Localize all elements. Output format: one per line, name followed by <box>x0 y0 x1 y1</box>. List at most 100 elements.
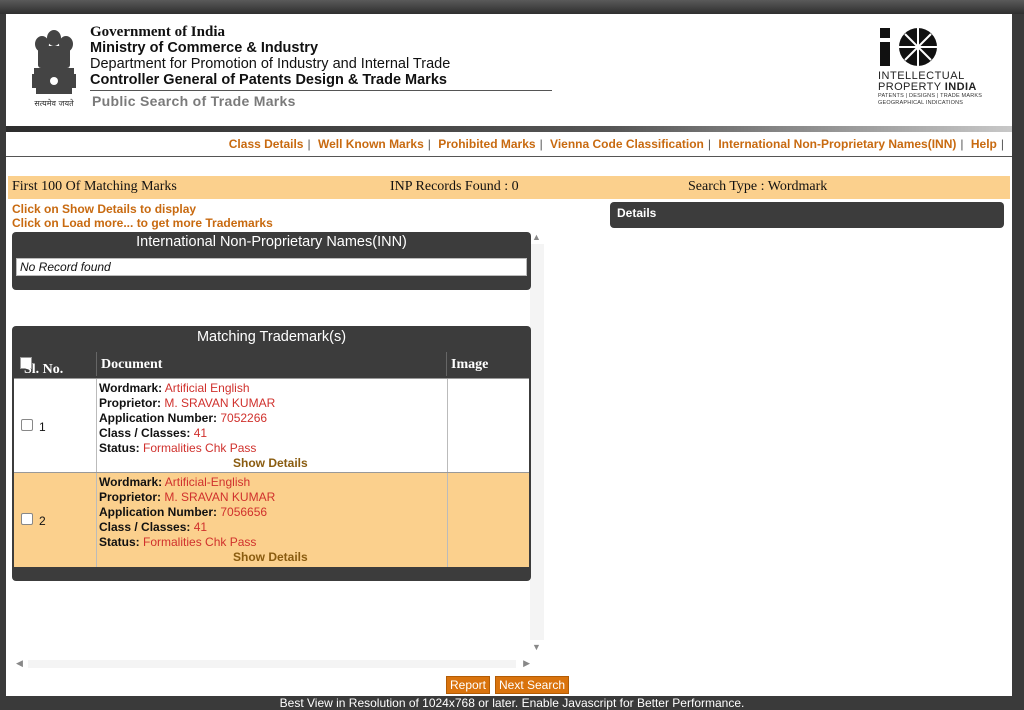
row-checkbox[interactable] <box>21 513 33 525</box>
class-label: Class / Classes: <box>99 426 191 440</box>
horizontal-scrollbar[interactable]: ◀ ▶ <box>12 658 532 670</box>
logo-text-gi: GEOGRAPHICAL INDICATIONS <box>878 100 964 106</box>
page-subtitle: Public Search of Trade Marks <box>92 93 296 109</box>
nav-prohibited-marks[interactable]: Prohibited Marks <box>438 137 535 151</box>
logo-text-property: PROPERTY <box>878 81 942 93</box>
window-top-bar <box>0 0 1024 14</box>
details-title: Details <box>617 206 657 220</box>
nav-separator: | <box>1000 137 1004 151</box>
show-details-link[interactable]: Show Details <box>233 550 308 564</box>
summary-bar: First 100 Of Matching Marks INP Records … <box>8 176 1010 199</box>
ip-india-logo: INTELLECTUAL PROPERTY INDIA PATENTS | DE… <box>878 26 1003 106</box>
nav-vienna-code[interactable]: Vienna Code Classification <box>550 137 704 151</box>
national-emblem-icon: सत्यमेव जयते <box>32 30 76 108</box>
header-divider <box>90 90 552 91</box>
wordmark-label: Wordmark: <box>99 475 163 489</box>
summary-inp-count: INP Records Found : 0 <box>390 179 519 194</box>
row-number: 2 <box>39 514 46 528</box>
document-cell: Wordmark: Artificial-English Proprietor:… <box>97 473 448 567</box>
emblem-caption: सत्यमेव जयते <box>34 98 74 108</box>
ministry-line: Ministry of Commerce & Industry <box>90 40 319 56</box>
horizontal-scroll-track[interactable] <box>28 660 516 668</box>
document-cell: Wordmark: Artificial English Proprietor:… <box>97 379 448 473</box>
nav-help[interactable]: Help <box>971 137 997 151</box>
application-field: Application Number: 7056656 <box>99 505 267 519</box>
class-field: Class / Classes: 41 <box>99 426 207 440</box>
column-label-sl-no: Sl. No. <box>24 362 64 377</box>
vertical-scrollbar[interactable] <box>530 244 544 640</box>
application-label: Application Number: <box>99 505 218 519</box>
nav-class-details[interactable]: Class Details <box>229 137 304 151</box>
column-header-document: Document <box>96 352 445 376</box>
class-value: 41 <box>193 426 208 440</box>
summary-search-type: Search Type : Wordmark <box>688 179 828 194</box>
logo-text-categories: PATENTS | DESIGNS | TRADE MARKS <box>878 93 983 99</box>
proprietor-field: Proprietor: M. SRAVAN KUMAR <box>99 396 275 410</box>
sl-cell: 1 <box>14 379 97 473</box>
status-field: Status: Formalities Chk Pass <box>99 441 256 455</box>
inn-panel: International Non-Proprietary Names(INN)… <box>12 232 531 290</box>
scroll-down-arrow-icon[interactable]: ▼ <box>532 642 541 652</box>
show-details-link[interactable]: Show Details <box>233 456 308 470</box>
summary-matching: First 100 Of Matching Marks <box>12 179 177 194</box>
nav-well-known-marks[interactable]: Well Known Marks <box>318 137 424 151</box>
nav-separator: | <box>427 137 431 151</box>
status-value: Formalities Chk Pass <box>143 535 257 549</box>
application-value: 7056656 <box>220 505 268 519</box>
column-header-image: Image <box>446 352 529 376</box>
application-value: 7052266 <box>220 411 268 425</box>
status-value: Formalities Chk Pass <box>143 441 257 455</box>
results-pane: ▲ ▼ International Non-Proprietary Names(… <box>6 230 546 675</box>
status-field: Status: Formalities Chk Pass <box>99 535 256 549</box>
gov-title: Government of India <box>90 24 225 40</box>
proprietor-value: M. SRAVAN KUMAR <box>164 396 276 410</box>
status-label: Status: <box>99 441 140 455</box>
sl-cell: 2 <box>14 473 97 567</box>
inn-empty-message: No Record found <box>20 260 111 274</box>
proprietor-value: M. SRAVAN KUMAR <box>164 490 276 504</box>
logo-text-india: INDIA <box>944 81 977 93</box>
nav-separator: | <box>307 137 311 151</box>
department-line: Department for Promotion of Industry and… <box>90 56 451 72</box>
hint-load-more: Click on Load more... to get more Tradem… <box>12 216 273 230</box>
top-nav: Class Details | Well Known Marks | Prohibi… <box>6 132 1012 157</box>
nav-separator: | <box>539 137 543 151</box>
wordmark-label: Wordmark: <box>99 381 163 395</box>
wordmark-field: Wordmark: Artificial English <box>99 381 250 395</box>
next-search-button[interactable]: Next Search <box>495 676 569 694</box>
image-cell <box>448 379 529 473</box>
trademarks-panel-title: Matching Trademark(s) <box>196 329 347 345</box>
wordmark-value: Artificial English <box>164 381 250 395</box>
application-label: Application Number: <box>99 411 218 425</box>
inn-panel-body: No Record found <box>16 258 527 276</box>
proprietor-field: Proprietor: M. SRAVAN KUMAR <box>99 490 275 504</box>
row-number: 1 <box>39 420 46 434</box>
proprietor-label: Proprietor: <box>99 396 162 410</box>
class-label: Class / Classes: <box>99 520 191 534</box>
table-row: 1 Wordmark: Artificial English Proprieto… <box>14 378 529 473</box>
table-row: 2 Wordmark: Artificial-English Proprieto… <box>14 472 529 567</box>
nav-inn[interactable]: International Non-Proprietary Names(INN) <box>718 137 956 151</box>
scroll-right-arrow-icon[interactable]: ▶ <box>523 658 530 669</box>
scroll-up-arrow-icon[interactable]: ▲ <box>532 232 541 242</box>
wordmark-value: Artificial-English <box>164 475 251 489</box>
status-label: Status: <box>99 535 140 549</box>
image-cell <box>448 473 529 567</box>
report-button[interactable]: Report <box>446 676 490 694</box>
logo-text-property-india: PROPERTY INDIA <box>878 81 977 93</box>
class-field: Class / Classes: 41 <box>99 520 207 534</box>
nav-separator: | <box>960 137 964 151</box>
inn-panel-title: International Non-Proprietary Names(INN) <box>136 234 407 250</box>
proprietor-label: Proprietor: <box>99 490 162 504</box>
page-frame: सत्यमेव जयते Government of India Ministr… <box>6 14 1012 696</box>
controller-line: Controller General of Patents Design & T… <box>90 72 447 88</box>
application-field: Application Number: 7052266 <box>99 411 267 425</box>
scroll-left-arrow-icon[interactable]: ◀ <box>16 658 23 669</box>
row-checkbox[interactable] <box>21 419 33 431</box>
trademarks-panel: Matching Trademark(s) Sl. No. Document I… <box>12 326 531 581</box>
column-header-sl-no: Sl. No. <box>16 352 94 377</box>
site-header: सत्यमेव जयते Government of India Ministr… <box>6 14 1012 126</box>
ip-india-logo-icon <box>880 28 937 66</box>
wordmark-field: Wordmark: Artificial-English <box>99 475 250 489</box>
hint-show-details: Click on Show Details to display <box>12 202 197 216</box>
